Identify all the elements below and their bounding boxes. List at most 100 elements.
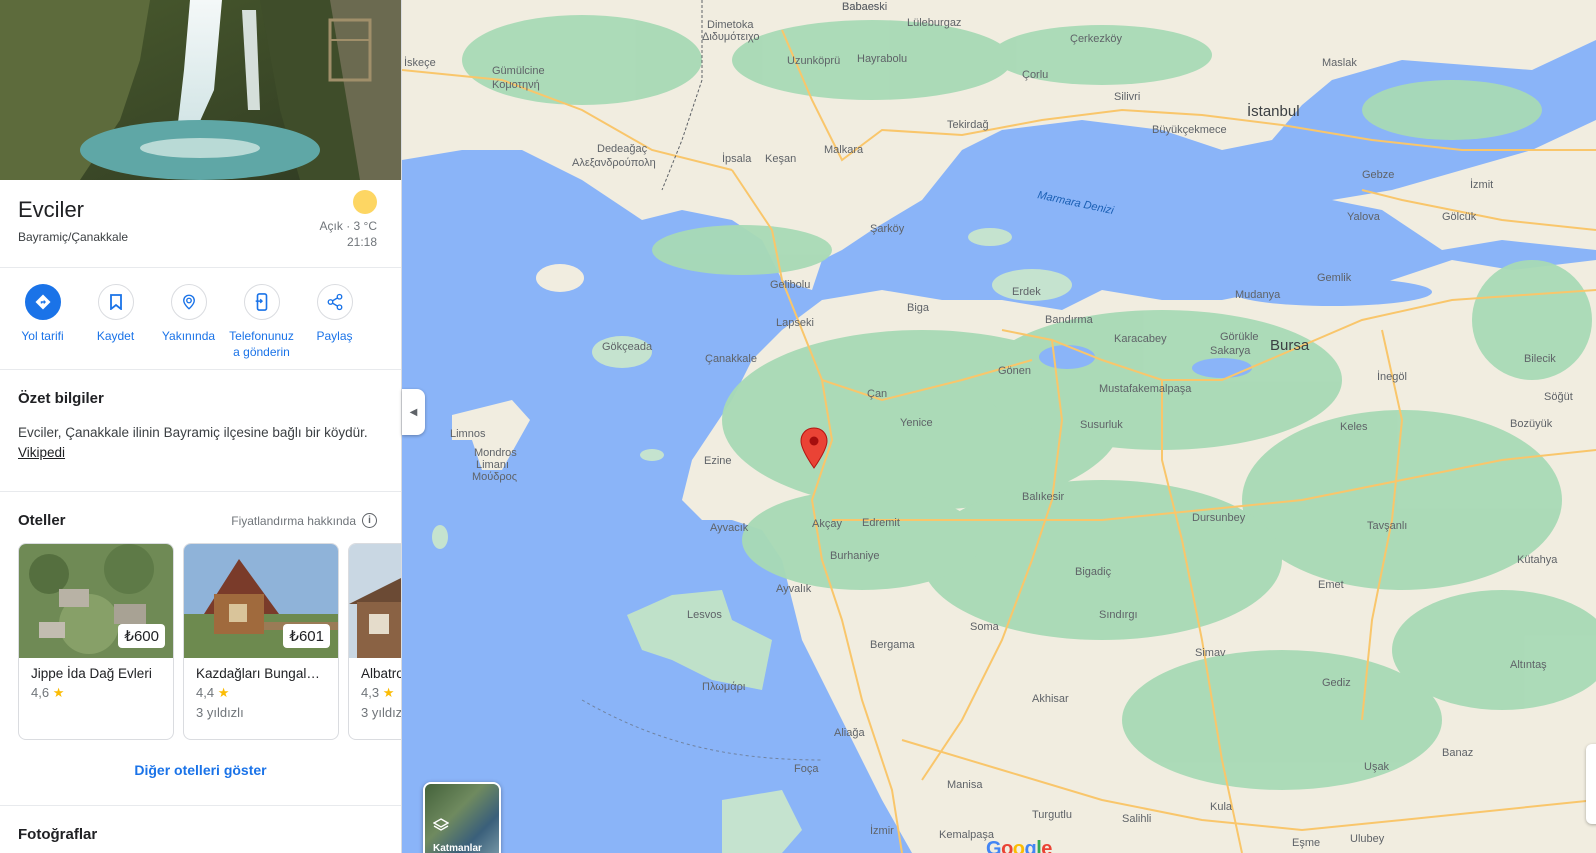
map-place-label[interactable]: Lesvos [687, 609, 722, 621]
map-place-label[interactable]: Gebze [1362, 169, 1394, 181]
map-place-label[interactable]: Limnos [450, 428, 486, 440]
hotel-card[interactable]: Albatros 4,3 ★ 3 yıldızlı [348, 543, 401, 740]
map-place-label[interactable]: Soma [970, 621, 1000, 633]
map-place-label[interactable]: İskeçe [404, 56, 436, 69]
map-place-label[interactable]: Altıntaş [1510, 659, 1547, 671]
map-place-label[interactable]: Foça [794, 763, 819, 775]
map-place-label[interactable]: Hayrabolu [857, 53, 907, 65]
map-place-label[interactable]: Ezine [704, 455, 732, 467]
map-place-label[interactable]: Akçay [812, 518, 842, 530]
map-place-label[interactable]: Tavşanlı [1367, 520, 1407, 532]
map-place-label[interactable]: Διδυμότειχο [702, 31, 760, 43]
map-place-label[interactable]: Keşan [765, 153, 796, 165]
map-place-label[interactable]: Uşak [1364, 761, 1390, 773]
map-place-label[interactable]: Bozüyük [1510, 418, 1553, 430]
directions-button[interactable]: Yol tarifi [6, 284, 79, 369]
map-place-label[interactable]: Gelibolu [770, 279, 810, 291]
map-place-label[interactable]: Dursunbey [1192, 512, 1246, 524]
map-canvas[interactable]: Babaeski Dimetoka Διδυμότειχο Lüleburgaz Çer… [401, 0, 1596, 853]
map-place-label[interactable]: Bilecik [1524, 353, 1556, 365]
map-place-label[interactable]: Ayvalık [776, 583, 812, 595]
map-place-label[interactable]: Gönen [998, 365, 1031, 377]
map-place-label[interactable]: Aliağa [834, 727, 865, 739]
map-place-label[interactable]: Görükle [1220, 331, 1259, 343]
map-place-label[interactable]: Çan [867, 388, 887, 400]
share-button[interactable]: Paylaş [298, 284, 371, 369]
map-place-label[interactable]: Maslak [1322, 57, 1357, 69]
map-place-label[interactable]: Bandırma [1045, 314, 1094, 326]
map-place-label[interactable]: Κομοτηνή [492, 79, 540, 91]
map-place-label[interactable]: Yalova [1347, 211, 1381, 223]
hotel-card[interactable]: ₺601 Kazdağları Bungal… 4,4 ★ 3 yıldızlı [183, 543, 339, 740]
map-place-label[interactable]: Erdek [1012, 286, 1041, 298]
map-place-label[interactable]: Lüleburgaz [907, 17, 961, 29]
map-place-label[interactable]: Πλωμάρι [702, 681, 746, 693]
map-place-label[interactable]: Dimetoka [707, 19, 754, 31]
map-place-label[interactable]: Karacabey [1114, 333, 1167, 345]
map-place-label[interactable]: Bergama [870, 639, 916, 651]
map-place-label[interactable]: Burhaniye [830, 550, 880, 562]
map-place-label[interactable]: Ulubey [1350, 833, 1385, 845]
map-place-label[interactable]: Αλεξανδρούπολη [572, 157, 656, 169]
map-place-label[interactable]: Çerkezköy [1070, 33, 1122, 45]
map-place-label[interactable]: İpsala [722, 152, 752, 165]
map-place-label[interactable]: Keles [1340, 421, 1368, 433]
map-place-label[interactable]: Bursa [1270, 337, 1310, 354]
map-place-label[interactable]: Μούδρος [472, 471, 517, 483]
map-place-label[interactable]: Çanakkale [705, 353, 757, 365]
map-place-label[interactable]: Silivri [1114, 91, 1140, 103]
map-place-label[interactable]: Mondros [474, 447, 517, 459]
map-place-label[interactable]: Biga [907, 302, 930, 314]
map-place-label[interactable]: Çorlu [1022, 69, 1048, 81]
map-place-label[interactable]: Malkara [824, 144, 864, 156]
map-place-label[interactable]: Simav [1195, 647, 1226, 659]
map-place-label[interactable]: Salihli [1122, 813, 1151, 825]
map-place-label[interactable]: Eşme [1292, 837, 1320, 849]
map-place-label[interactable]: Emet [1318, 579, 1344, 591]
map-place-label[interactable]: Büyükçekmece [1152, 124, 1227, 136]
map-place-label[interactable]: Gümülcine [492, 65, 545, 77]
hero-photo[interactable] [0, 0, 401, 180]
map-place-label[interactable]: Gemlik [1317, 272, 1352, 284]
map-place-label[interactable]: Mustafakemalpaşa [1099, 383, 1192, 395]
map-place-label[interactable]: Söğüt [1544, 391, 1573, 403]
map-place-label[interactable]: İzmit [1470, 178, 1493, 191]
collapse-panel-button[interactable]: ◀ [402, 389, 425, 435]
map-place-label[interactable]: Babaeski [842, 1, 887, 13]
map-place-label[interactable]: Susurluk [1080, 419, 1123, 431]
map-place-label[interactable]: Mudanya [1235, 289, 1281, 301]
wikipedia-link[interactable]: Vikipedi [18, 445, 65, 460]
map-place-label[interactable]: Uzunköprü [787, 55, 840, 67]
map-place-label[interactable]: İzmir [870, 824, 894, 837]
layers-button[interactable]: Katmanlar [423, 782, 501, 853]
map-place-label[interactable]: Limanı [476, 459, 509, 471]
map-place-label[interactable]: Edremit [862, 517, 900, 529]
map-place-label[interactable]: Sakarya [1210, 345, 1251, 357]
pricing-info-button[interactable]: Fiyatlandırma hakkında i [231, 513, 377, 528]
map-place-label[interactable]: Manisa [947, 779, 983, 791]
map-place-label[interactable]: Dedeağaç [597, 143, 648, 155]
save-button[interactable]: Kaydet [79, 284, 152, 369]
nearby-button[interactable]: Yakınında [152, 284, 225, 369]
map-place-label[interactable]: Balıkesir [1022, 491, 1065, 503]
map-place-label[interactable]: Ayvacık [710, 522, 749, 534]
map-place-label[interactable]: Yenice [900, 417, 933, 429]
map-place-label[interactable]: Kütahya [1517, 554, 1558, 566]
map-place-label[interactable]: Bigadiç [1075, 566, 1112, 578]
zoom-controls[interactable] [1586, 744, 1596, 824]
map-place-label[interactable]: Şarköy [870, 223, 905, 235]
send-to-phone-button[interactable]: Telefonunuz a gönderin [225, 284, 298, 369]
map-place-label[interactable]: Akhisar [1032, 693, 1069, 705]
map-place-label[interactable]: Turgutlu [1032, 809, 1072, 821]
map-place-label[interactable]: Gediz [1322, 677, 1351, 689]
hotel-card[interactable]: ₺600 Jippe İda Dağ Evleri 4,6 ★ [18, 543, 174, 740]
map-place-label[interactable]: Gölcük [1442, 211, 1477, 223]
map-place-label[interactable]: Gökçeada [602, 341, 653, 353]
map-place-label[interactable]: İnegöl [1377, 370, 1407, 383]
map-place-label[interactable]: Lapseki [776, 317, 814, 329]
map-place-label[interactable]: Banaz [1442, 747, 1473, 759]
map-place-label[interactable]: Tekirdağ [947, 119, 989, 131]
more-hotels-button[interactable]: Diğer otelleri göster [18, 762, 401, 778]
map-place-label[interactable]: Kula [1210, 801, 1233, 813]
map-place-label[interactable]: Sındırgı [1099, 609, 1138, 621]
